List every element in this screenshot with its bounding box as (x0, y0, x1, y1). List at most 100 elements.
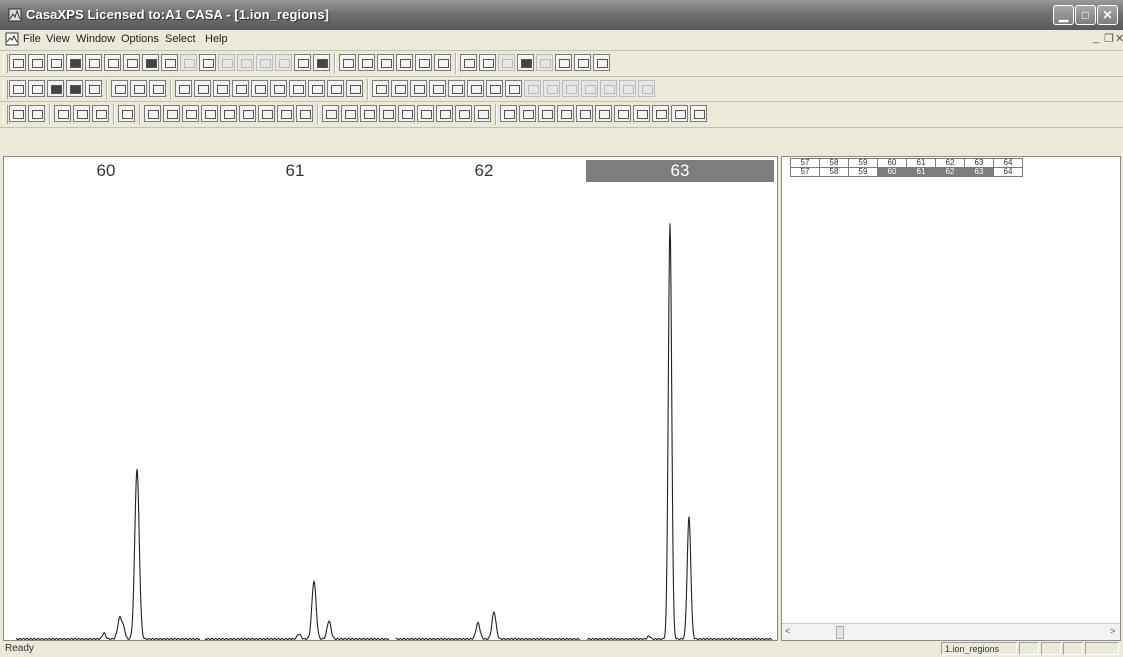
table-cell[interactable]: 59 (848, 167, 878, 177)
toolbar-button-icon[interactable] (256, 54, 273, 71)
toolbar-button-icon[interactable] (270, 80, 287, 97)
table-cell-selected[interactable]: 60 (877, 167, 907, 177)
toolbar-grip[interactable] (3, 54, 8, 73)
toolbar-button-icon[interactable] (619, 80, 636, 97)
toolbar-grip[interactable] (3, 105, 8, 124)
toolbar-button-icon[interactable] (130, 80, 147, 97)
toolbar-button-icon[interactable] (296, 105, 313, 122)
toolbar-button-icon[interactable] (377, 54, 394, 71)
toolbar-button-icon[interactable] (85, 54, 102, 71)
spectrum-label-61[interactable]: 61 (201, 160, 389, 182)
toolbar-button-icon[interactable] (180, 54, 197, 71)
toolbar-button-icon[interactable] (500, 105, 517, 122)
toolbar-button-icon[interactable] (562, 80, 579, 97)
spectrum-display[interactable]: 60 61 62 63 (3, 156, 778, 641)
toolbar-button-icon[interactable] (220, 105, 237, 122)
toolbar-button-icon[interactable] (28, 54, 45, 71)
toolbar-button-icon[interactable] (313, 54, 330, 71)
table-cell[interactable]: 58 (819, 167, 849, 177)
toolbar-button-icon[interactable] (199, 54, 216, 71)
toolbar-button-icon[interactable] (175, 80, 192, 97)
mdi-restore-button[interactable]: ❐ (1104, 32, 1114, 45)
toolbar-button-icon[interactable] (448, 80, 465, 97)
table-cell[interactable]: 64 (993, 167, 1023, 177)
toolbar-button-icon[interactable] (275, 54, 292, 71)
toolbar-button-icon[interactable] (690, 105, 707, 122)
toolbar-button-icon[interactable] (118, 105, 135, 122)
toolbar-button-icon[interactable] (434, 54, 451, 71)
menu-help[interactable]: Help (205, 33, 228, 45)
toolbar-button-icon[interactable] (237, 54, 254, 71)
toolbar-button-icon[interactable] (258, 105, 275, 122)
toolbar-button-icon[interactable] (517, 54, 534, 71)
toolbar-button-icon[interactable] (557, 105, 574, 122)
toolbar-button-icon[interactable] (498, 54, 515, 71)
spectrum-label-62[interactable]: 62 (390, 160, 578, 182)
toolbar-button-icon[interactable] (436, 105, 453, 122)
toolbar-button-icon[interactable] (372, 80, 389, 97)
toolbar-button-icon[interactable] (92, 105, 109, 122)
menu-select[interactable]: Select (165, 33, 196, 45)
toolbar-button-icon[interactable] (543, 80, 560, 97)
toolbar-button-icon[interactable] (251, 80, 268, 97)
toolbar-button-icon[interactable] (289, 80, 306, 97)
toolbar-button-icon[interactable] (277, 105, 294, 122)
toolbar-button-icon[interactable] (360, 105, 377, 122)
toolbar-button-icon[interactable] (410, 80, 427, 97)
spectrum-label-63[interactable]: 63 (586, 160, 774, 182)
toolbar-button-icon[interactable] (379, 105, 396, 122)
table-cell-selected[interactable]: 62 (935, 167, 965, 177)
toolbar-button-icon[interactable] (638, 80, 655, 97)
toolbar-button-icon[interactable] (574, 54, 591, 71)
toolbar-button-icon[interactable] (294, 54, 311, 71)
toolbar-button-icon[interactable] (9, 54, 26, 71)
maximize-button[interactable]: □ (1075, 5, 1096, 25)
toolbar-button-icon[interactable] (182, 105, 199, 122)
toolbar-button-icon[interactable] (232, 80, 249, 97)
toolbar-button-icon[interactable] (614, 105, 631, 122)
toolbar-button-icon[interactable] (396, 54, 413, 71)
table-cell[interactable]: 57 (790, 167, 820, 177)
toolbar-button-icon[interactable] (460, 54, 477, 71)
menu-window[interactable]: Window (76, 33, 115, 45)
toolbar-button-icon[interactable] (467, 80, 484, 97)
region-browser[interactable]: 57 58 59 60 61 62 63 64 57 58 59 60 61 6… (781, 156, 1121, 641)
toolbar-button-icon[interactable] (474, 105, 491, 122)
toolbar-button-icon[interactable] (28, 80, 45, 97)
toolbar-button-icon[interactable] (28, 105, 45, 122)
toolbar-button-icon[interactable] (73, 105, 90, 122)
toolbar-button-icon[interactable] (519, 105, 536, 122)
toolbar-button-icon[interactable] (479, 54, 496, 71)
toolbar-button-icon[interactable] (111, 80, 128, 97)
toolbar-button-icon[interactable] (633, 105, 650, 122)
scroll-right-icon[interactable]: > (1110, 626, 1115, 636)
toolbar-button-icon[interactable] (341, 105, 358, 122)
minimize-button[interactable]: ▁ (1053, 5, 1074, 25)
toolbar-button-icon[interactable] (85, 80, 102, 97)
toolbar-button-icon[interactable] (149, 80, 166, 97)
toolbar-button-icon[interactable] (536, 54, 553, 71)
toolbar-button-icon[interactable] (600, 80, 617, 97)
toolbar-button-icon[interactable] (671, 105, 688, 122)
toolbar-button-icon[interactable] (576, 105, 593, 122)
toolbar-button-icon[interactable] (142, 54, 159, 71)
menu-view[interactable]: View (46, 33, 70, 45)
toolbar-button-icon[interactable] (66, 80, 83, 97)
toolbar-button-icon[interactable] (9, 105, 26, 122)
menu-file[interactable]: File (23, 33, 41, 45)
toolbar-button-icon[interactable] (327, 80, 344, 97)
close-button[interactable]: ✕ (1097, 5, 1118, 25)
toolbar-grip[interactable] (3, 80, 8, 99)
mdi-close-button[interactable]: ✕ (1115, 32, 1123, 45)
table-cell-selected[interactable]: 63 (964, 167, 994, 177)
toolbar-button-icon[interactable] (308, 80, 325, 97)
toolbar-button-icon[interactable] (429, 80, 446, 97)
toolbar-button-icon[interactable] (54, 105, 71, 122)
toolbar-button-icon[interactable] (201, 105, 218, 122)
toolbar-button-icon[interactable] (415, 54, 432, 71)
toolbar-button-icon[interactable] (524, 80, 541, 97)
toolbar-button-icon[interactable] (161, 54, 178, 71)
toolbar-button-icon[interactable] (391, 80, 408, 97)
toolbar-button-icon[interactable] (346, 80, 363, 97)
toolbar-button-icon[interactable] (322, 105, 339, 122)
